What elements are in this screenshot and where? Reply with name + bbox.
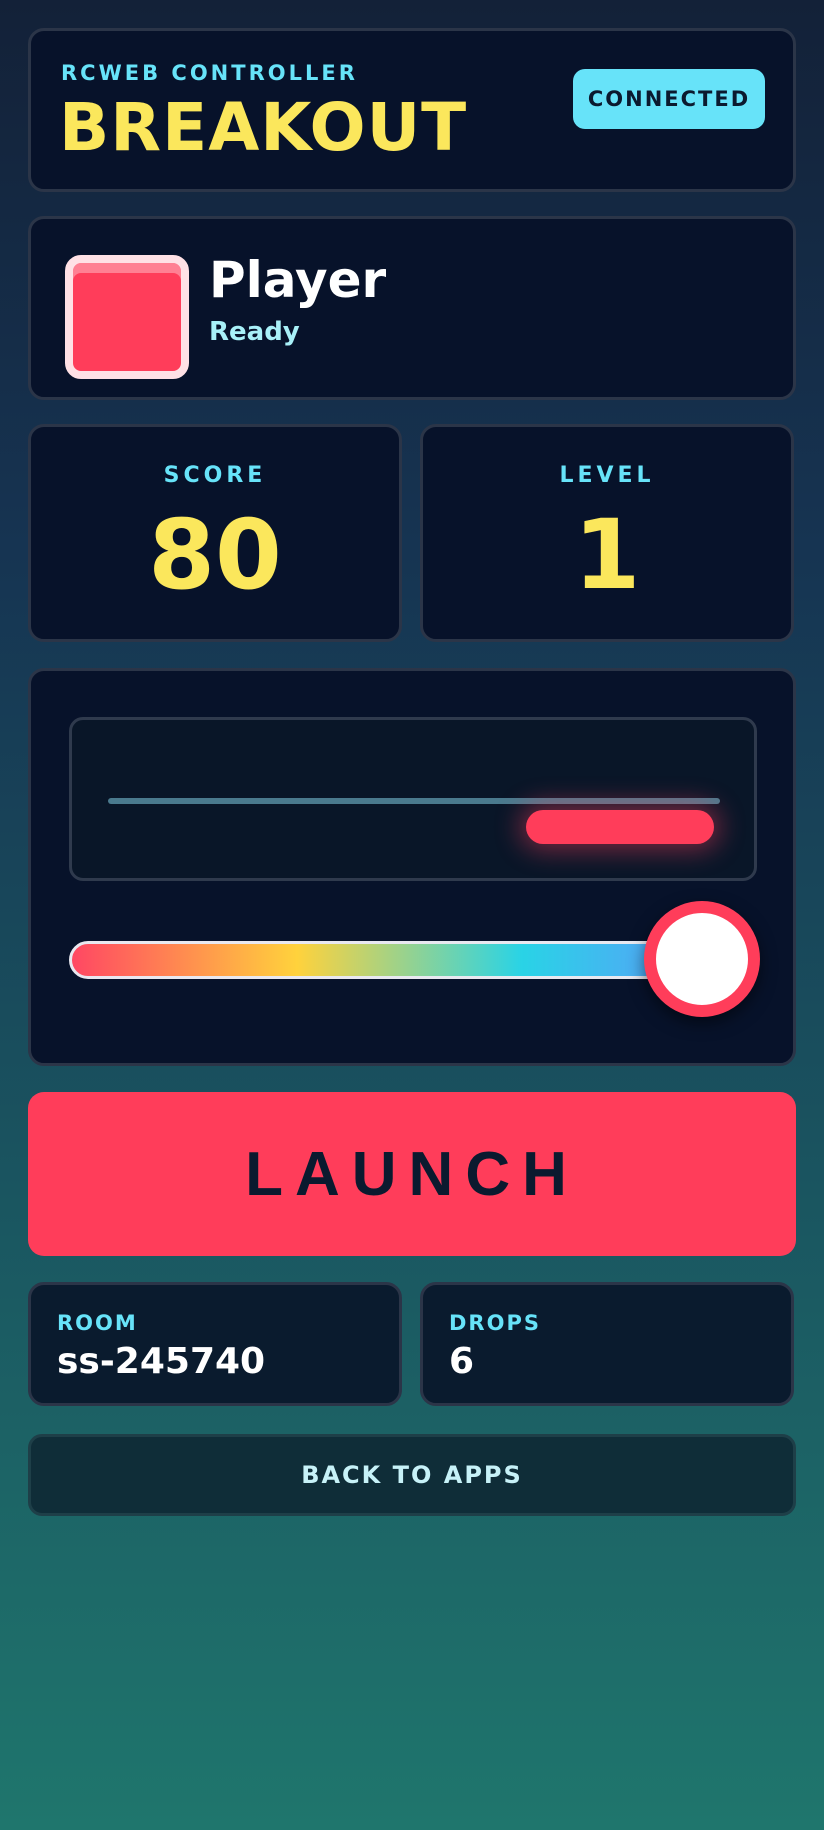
player-name: Player	[209, 251, 387, 309]
back-to-apps-button[interactable]: BACK TO APPS	[28, 1434, 796, 1516]
score-card: SCORE 80	[28, 424, 402, 642]
paddle-preview	[69, 717, 757, 881]
score-value: 80	[148, 499, 282, 611]
level-value: 1	[573, 499, 641, 611]
paddle-track	[108, 798, 720, 804]
header-card: RCWEB CONTROLLER BREAKOUT CONNECTED	[28, 28, 796, 192]
paddle-slider-thumb[interactable]	[644, 901, 760, 1017]
room-value: ss-245740	[57, 1341, 266, 1382]
level-card: LEVEL 1	[420, 424, 794, 642]
paddle	[526, 810, 714, 844]
room-label: ROOM	[57, 1311, 138, 1335]
drops-label: DROPS	[449, 1311, 541, 1335]
player-card: Player Ready	[28, 216, 796, 400]
score-label: SCORE	[163, 463, 267, 488]
app-subtitle: RCWEB CONTROLLER	[61, 61, 358, 85]
launch-button[interactable]: LAUNCH	[28, 1092, 796, 1256]
level-label: LEVEL	[559, 463, 655, 488]
player-color-swatch[interactable]	[65, 255, 189, 379]
drops-value: 6	[449, 1341, 475, 1382]
player-status: Ready	[209, 317, 300, 347]
drops-card: DROPS 6	[420, 1282, 794, 1406]
paddle-control-panel	[28, 668, 796, 1066]
room-card: ROOM ss-245740	[28, 1282, 402, 1406]
app-title: BREAKOUT	[59, 89, 468, 166]
connection-status-badge: CONNECTED	[573, 69, 765, 129]
